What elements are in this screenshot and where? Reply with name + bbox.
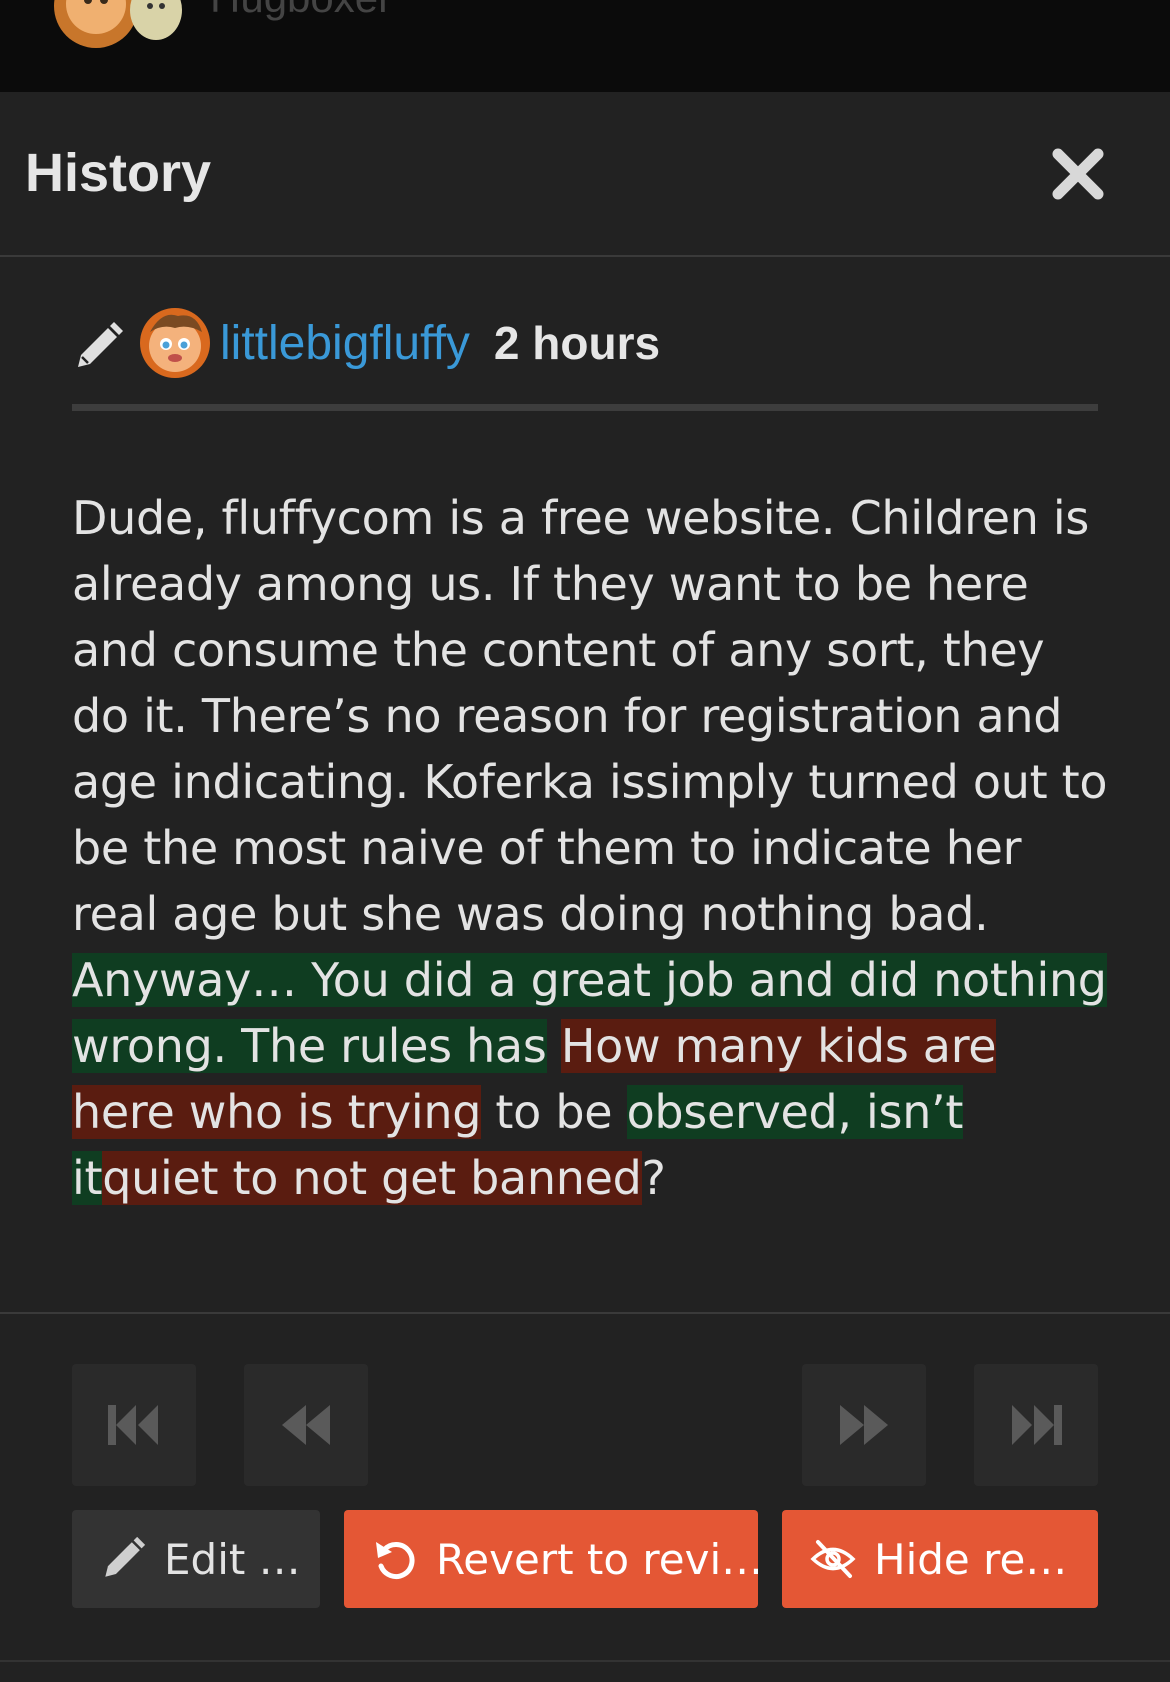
- revert-button[interactable]: Revert to revi…: [344, 1510, 758, 1608]
- fast-forward-icon: [1012, 1405, 1062, 1445]
- fast-backward-icon: [108, 1405, 158, 1445]
- avatar[interactable]: [138, 306, 212, 380]
- top-header: Hugboxer: [0, 0, 1170, 92]
- previous-revision-button[interactable]: [244, 1364, 368, 1486]
- first-revision-button[interactable]: [72, 1364, 196, 1486]
- last-revision-button[interactable]: [974, 1364, 1098, 1486]
- backward-icon: [282, 1405, 330, 1445]
- eye-slash-icon: [810, 1540, 856, 1578]
- next-revision-button[interactable]: [802, 1364, 926, 1486]
- revision-time: 2 hours: [493, 317, 661, 369]
- modal-header: History: [0, 92, 1170, 257]
- revert-label: Revert to revi…: [436, 1534, 758, 1584]
- avatar[interactable]: [38, 0, 188, 52]
- diff-deleted: quiet to not get banned: [102, 1151, 642, 1205]
- revision-meta: littlebigfluffy 2 hours: [72, 300, 1098, 390]
- divider: [72, 404, 1098, 411]
- undo-icon: [376, 1542, 415, 1580]
- diff-text: to be: [481, 1085, 627, 1139]
- diff-text: Dude, fluffycom is a free website. Child…: [72, 491, 1108, 941]
- forward-icon: [840, 1405, 888, 1445]
- divider: [0, 1312, 1170, 1314]
- divider: [0, 1660, 1170, 1662]
- topbar-username[interactable]: Hugboxer: [210, 0, 392, 22]
- edit-post-button[interactable]: Edit …: [72, 1510, 320, 1608]
- author-link[interactable]: littlebigfluffy: [220, 316, 470, 371]
- hide-label: Hide re…: [874, 1534, 1068, 1584]
- revision-diff: Dude, fluffycom is a free website. Child…: [72, 485, 1112, 1211]
- pencil-icon: [105, 1536, 146, 1577]
- modal-title: History: [25, 143, 212, 203]
- close-icon[interactable]: [1048, 144, 1108, 204]
- diff-text: [547, 1019, 561, 1073]
- edit-label: Edit …: [164, 1534, 301, 1584]
- hide-revision-button[interactable]: Hide re…: [782, 1510, 1098, 1608]
- diff-text: ?: [641, 1151, 666, 1205]
- pencil-icon: [78, 322, 123, 367]
